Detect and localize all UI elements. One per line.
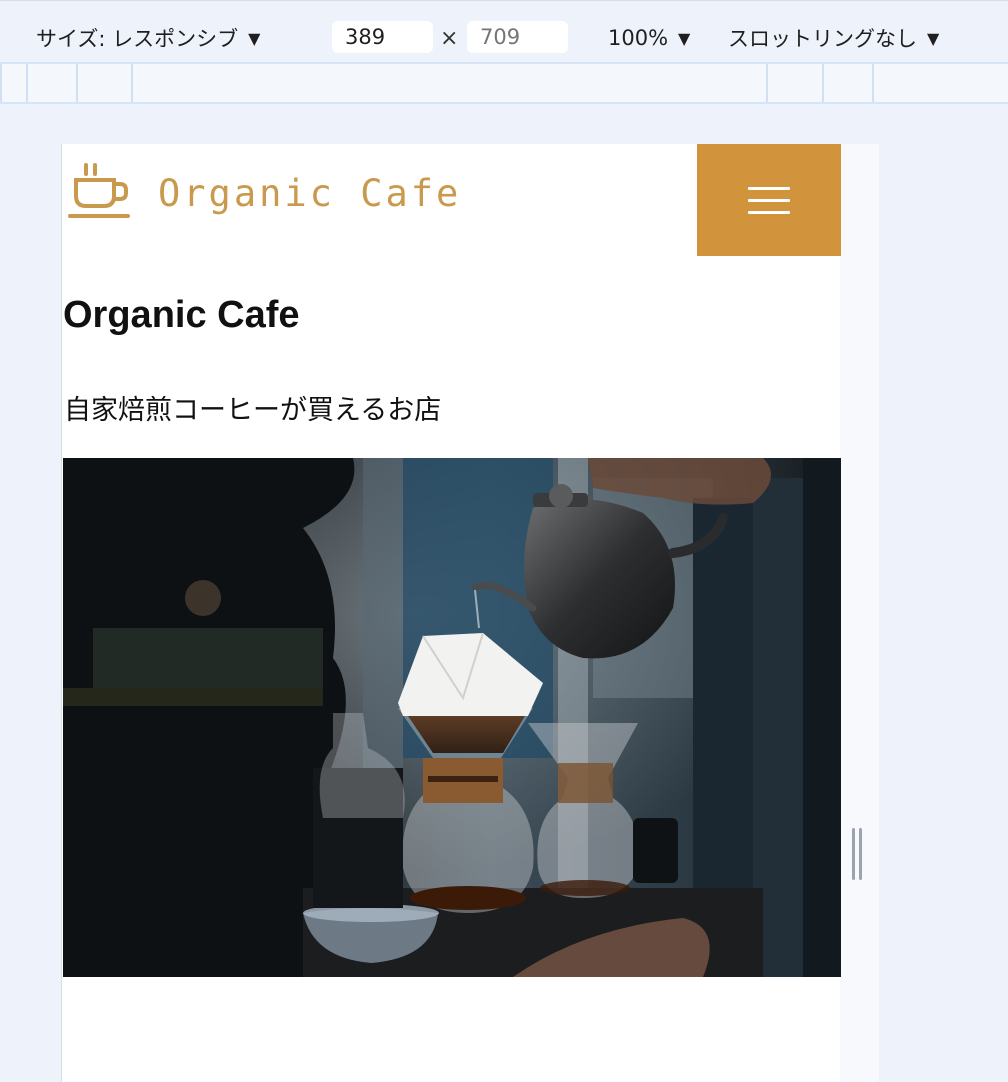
dimension-separator: × [440,26,459,51]
coffee-cup-icon [68,162,132,224]
hamburger-menu-icon [748,210,790,214]
chevron-down-icon: ▼ [248,28,261,48]
viewport-height-input[interactable] [467,21,568,53]
media-query-bar [0,62,1008,104]
media-query-segment[interactable] [26,64,28,102]
hero-image [63,458,841,977]
web-page: Organic Cafe Organic Cafe 自家焙煎コーヒーが買えるお店 [61,144,841,1082]
media-query-segment[interactable] [872,64,874,102]
throttling-label: スロットリングなし [728,27,917,51]
viewport-width-input[interactable] [332,21,433,53]
site-logo-link[interactable]: Organic Cafe [68,162,461,224]
page-tagline: 自家焙煎コーヒーが買えるお店 [64,395,442,426]
logo-text: Organic Cafe [158,171,462,215]
media-query-segment[interactable] [131,64,133,102]
hamburger-menu-button[interactable] [697,144,841,256]
device-viewport: Organic Cafe Organic Cafe 自家焙煎コーヒーが買えるお店 [61,144,879,1082]
zoom-dropdown[interactable]: 100% ▼ [608,23,690,53]
media-query-segment[interactable] [0,64,2,102]
hamburger-menu-icon [748,186,790,190]
hamburger-menu-icon [748,198,790,202]
throttling-dropdown[interactable]: スロットリングなし ▼ [728,23,939,53]
resize-handle-icon[interactable] [852,828,864,880]
page-title: Organic Cafe [63,294,300,336]
zoom-label: 100% [608,26,669,50]
chevron-down-icon: ▼ [678,28,691,48]
device-size-label: サイズ: レスポンシブ [36,27,239,51]
media-query-segment[interactable] [822,64,824,102]
media-query-segment[interactable] [76,64,78,102]
device-size-dropdown[interactable]: サイズ: レスポンシブ ▼ [36,23,260,53]
chevron-down-icon: ▼ [927,28,940,48]
media-query-segment[interactable] [766,64,768,102]
devtools-device-toolbar: サイズ: レスポンシブ ▼ × 100% ▼ スロットリングなし ▼ [0,0,1008,62]
site-header: Organic Cafe [62,144,841,256]
